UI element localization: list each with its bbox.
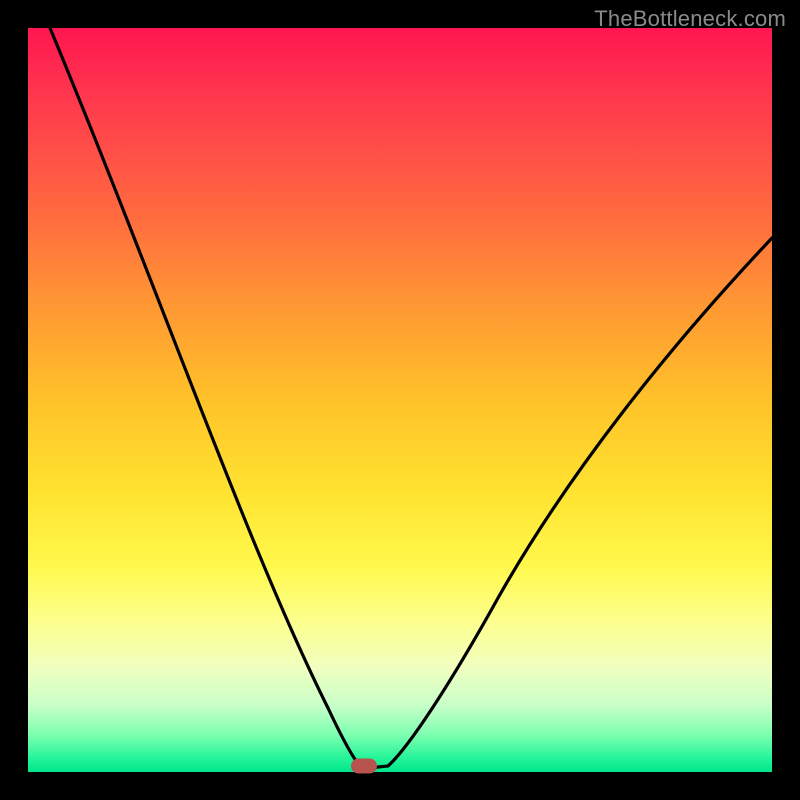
bottleneck-curve: [28, 28, 772, 772]
plot-area: [28, 28, 772, 772]
curve-right-branch: [368, 238, 772, 768]
chart-frame: TheBottleneck.com: [0, 0, 800, 800]
optimal-point-marker: [351, 759, 377, 774]
curve-left-branch: [50, 28, 368, 768]
